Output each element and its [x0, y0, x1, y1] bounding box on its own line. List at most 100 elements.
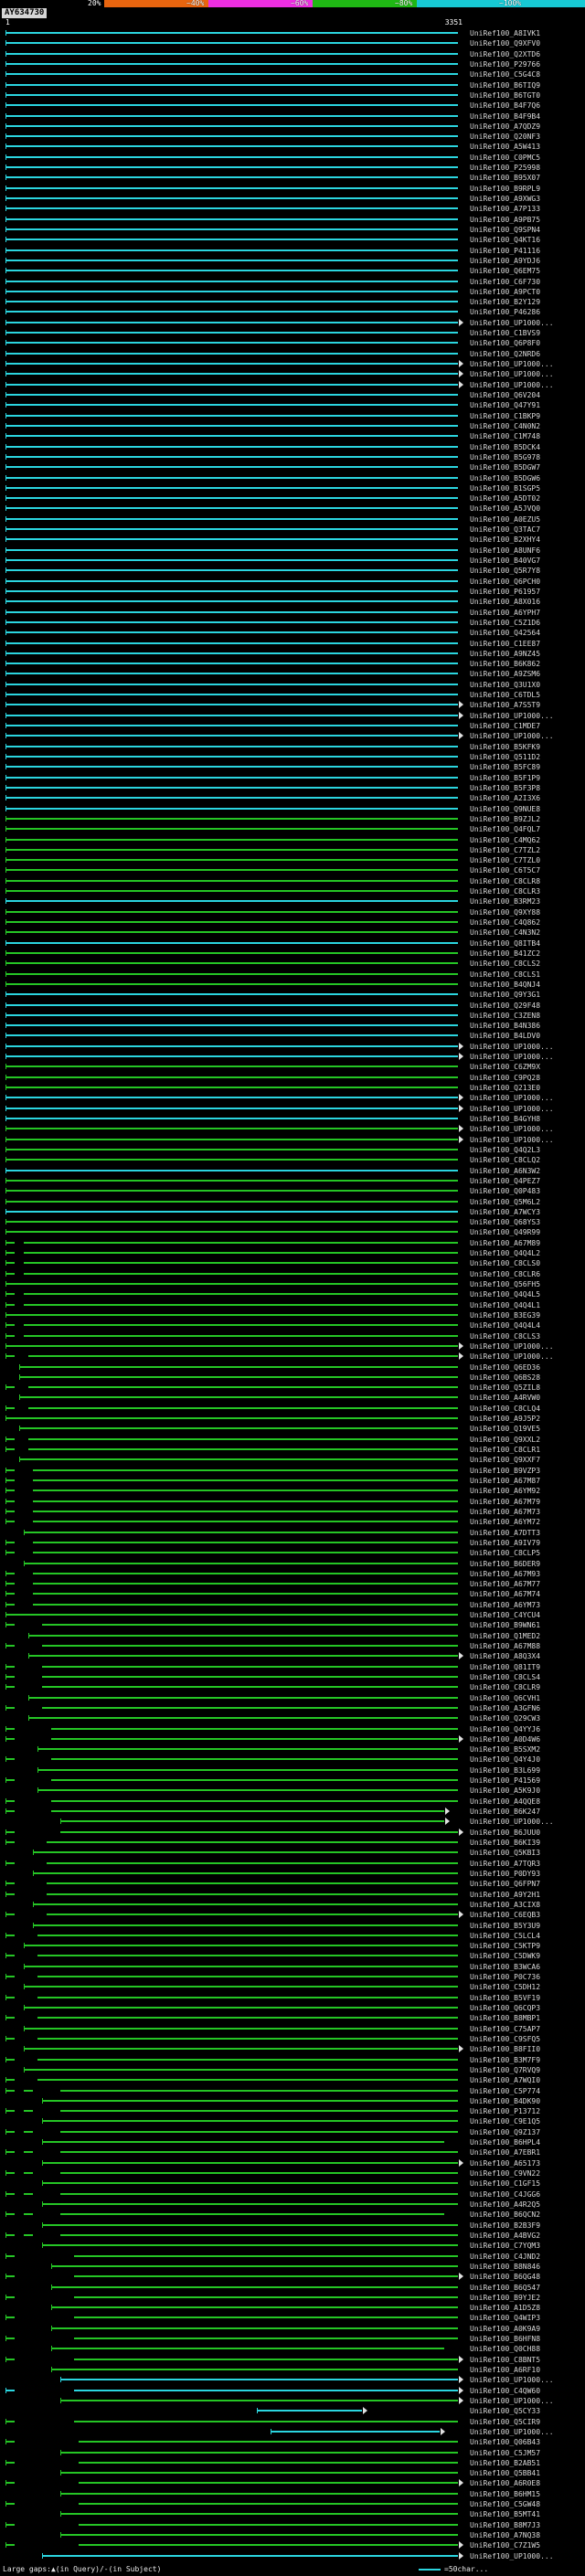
hit-bar-segment[interactable]	[5, 1841, 15, 1843]
hit-bar-segment[interactable]	[37, 2017, 458, 2019]
hit-bar-segment[interactable]	[5, 145, 458, 148]
hit-label[interactable]: UniRef100_B6JUU0	[470, 1829, 540, 1837]
alignment-row[interactable]: UniRef100_Q68YS3	[0, 1217, 585, 1227]
hit-bar-segment[interactable]	[5, 476, 458, 479]
alignment-row[interactable]: UniRef100_Q5KBI3	[0, 1848, 585, 1858]
alignment-row[interactable]: UniRef100_C5P774	[0, 2086, 585, 2096]
hit-label[interactable]: UniRef100_C7TZL0	[470, 856, 540, 864]
alignment-row[interactable]: UniRef100_B5F1P9	[0, 773, 585, 783]
alignment-row[interactable]: UniRef100_A9J5P2	[0, 1414, 585, 1424]
hit-bar-segment[interactable]	[5, 600, 458, 603]
hit-bar-segment[interactable]	[33, 1603, 458, 1606]
hit-bar-segment[interactable]	[5, 2254, 15, 2257]
hit-label[interactable]: UniRef100_C8CLS3	[470, 1332, 540, 1341]
hit-bar-segment[interactable]	[5, 332, 458, 334]
hit-bar-segment[interactable]	[5, 1892, 15, 1895]
hit-bar-segment[interactable]	[28, 1634, 458, 1637]
hit-bar-segment[interactable]	[5, 342, 458, 345]
hit-label[interactable]: UniRef100_C7TZL2	[470, 846, 540, 854]
hit-label[interactable]: UniRef100_B4GYH8	[470, 1115, 540, 1123]
hit-bar-segment[interactable]	[74, 2275, 458, 2278]
hit-label[interactable]: UniRef100_Q6CQP3	[470, 2004, 540, 2012]
hit-bar-segment[interactable]	[24, 2110, 33, 2113]
hit-bar-segment[interactable]	[24, 2130, 33, 2133]
hit-bar-segment[interactable]	[51, 1737, 458, 1740]
hit-bar-segment[interactable]	[5, 704, 458, 706]
hit-label[interactable]: UniRef100_UP1000...	[470, 2552, 554, 2560]
alignment-row[interactable]: UniRef100_A9Y2H1	[0, 1890, 585, 1900]
hit-label[interactable]: UniRef100_C7YQM3	[470, 2242, 540, 2250]
alignment-row[interactable]: UniRef100_UP1000...	[0, 2551, 585, 2561]
hit-bar-segment[interactable]	[5, 2358, 15, 2360]
alignment-row[interactable]: UniRef100_Q2NRD6	[0, 349, 585, 359]
alignment-row[interactable]: UniRef100_A4BVG2	[0, 2231, 585, 2241]
alignment-row[interactable]: UniRef100_C9E1Q5	[0, 2116, 585, 2126]
alignment-row[interactable]: UniRef100_A5JVQ0	[0, 504, 585, 514]
hit-label[interactable]: UniRef100_A7WQI0	[470, 2076, 540, 2084]
alignment-row[interactable]: UniRef100_C7Z1W5	[0, 2540, 585, 2550]
hit-bar-segment[interactable]	[5, 1521, 15, 1523]
hit-bar-segment[interactable]	[79, 2482, 458, 2485]
hit-label[interactable]: UniRef100_C6TDL5	[470, 691, 540, 699]
alignment-row[interactable]: UniRef100_Q6EM75	[0, 266, 585, 276]
alignment-row[interactable]: UniRef100_C6EQB3	[0, 1910, 585, 1920]
hit-bar-segment[interactable]	[5, 766, 458, 769]
hit-label[interactable]: UniRef100_Q9XY88	[470, 908, 540, 917]
hit-bar-segment[interactable]	[24, 1293, 458, 1296]
hit-bar-segment[interactable]	[5, 1727, 15, 1730]
hit-bar-segment[interactable]	[60, 2492, 458, 2495]
hit-label[interactable]: UniRef100_Q6PCH0	[470, 578, 540, 586]
hit-label[interactable]: UniRef100_Q6FPN7	[470, 1880, 540, 1888]
hit-bar-segment[interactable]	[24, 1324, 458, 1327]
hit-bar-segment[interactable]	[5, 259, 458, 261]
hit-bar-segment[interactable]	[51, 2285, 458, 2288]
alignment-row[interactable]: UniRef100_A8Q3X4	[0, 1651, 585, 1661]
hit-label[interactable]: UniRef100_C4JND2	[470, 2253, 540, 2261]
hit-bar-segment[interactable]	[5, 569, 458, 572]
hit-bar-segment[interactable]	[5, 1034, 458, 1037]
hit-bar-segment[interactable]	[5, 817, 458, 820]
hit-label[interactable]: UniRef100_C1BVS9	[470, 329, 540, 337]
hit-label[interactable]: UniRef100_Q6BS28	[470, 1373, 540, 1382]
hit-bar-segment[interactable]	[5, 714, 458, 716]
alignment-row[interactable]: UniRef100_C8CLR9	[0, 1682, 585, 1692]
hit-bar-segment[interactable]	[5, 1159, 458, 1161]
hit-bar-segment[interactable]	[37, 2058, 458, 2061]
alignment-row[interactable]: UniRef100_C5G4C8	[0, 69, 585, 80]
hit-label[interactable]: UniRef100_A67M74	[470, 1590, 540, 1598]
alignment-row[interactable]: UniRef100_Q42564	[0, 628, 585, 638]
alignment-row[interactable]: UniRef100_Q6CVH1	[0, 1693, 585, 1703]
hit-label[interactable]: UniRef100_Q2XTD6	[470, 50, 540, 58]
alignment-row[interactable]: UniRef100_C5DWK9	[0, 1951, 585, 1961]
hit-label[interactable]: UniRef100_C5DWK9	[470, 1952, 540, 1960]
hit-label[interactable]: UniRef100_B8FII0	[470, 2045, 540, 2053]
hit-bar-segment[interactable]	[5, 910, 458, 913]
hit-bar-segment[interactable]	[5, 197, 458, 200]
hit-bar-segment[interactable]	[5, 2295, 15, 2298]
hit-label[interactable]: UniRef100_B5DCK4	[470, 443, 540, 451]
hit-label[interactable]: UniRef100_C9E1Q5	[470, 2117, 540, 2125]
alignment-row[interactable]: UniRef100_C5JM57	[0, 2448, 585, 2458]
alignment-row[interactable]: UniRef100_Q56FH5	[0, 1279, 585, 1289]
hit-bar-segment[interactable]	[5, 735, 458, 737]
hit-bar-segment[interactable]	[51, 2327, 458, 2329]
hit-label[interactable]: UniRef100_A9J5P2	[470, 1415, 540, 1423]
alignment-row[interactable]: UniRef100_C8CLR3	[0, 886, 585, 896]
alignment-row[interactable]: UniRef100_A0K9A9	[0, 2324, 585, 2334]
hit-bar-segment[interactable]	[5, 2192, 15, 2195]
hit-bar-segment[interactable]	[5, 249, 458, 251]
hit-bar-segment[interactable]	[5, 104, 458, 107]
hit-bar-segment[interactable]	[5, 1138, 458, 1140]
alignment-row[interactable]: UniRef100_UP1000...	[0, 1124, 585, 1134]
hit-bar-segment[interactable]	[5, 2233, 15, 2236]
hit-bar-segment[interactable]	[5, 445, 458, 448]
hit-label[interactable]: UniRef100_C4JGG6	[470, 2190, 540, 2199]
hit-bar-segment[interactable]	[42, 1645, 458, 1648]
hit-label[interactable]: UniRef100_Q9XFV0	[470, 39, 540, 48]
hit-label[interactable]: UniRef100_C5DH12	[470, 1983, 540, 1991]
alignment-row[interactable]: UniRef100_C6F730	[0, 277, 585, 287]
alignment-row[interactable]: UniRef100_B8MBP1	[0, 2013, 585, 2023]
hit-bar-segment[interactable]	[5, 1241, 15, 1244]
hit-bar-segment[interactable]	[271, 2430, 440, 2433]
hit-label[interactable]: UniRef100_A7NQ38	[470, 2531, 540, 2539]
